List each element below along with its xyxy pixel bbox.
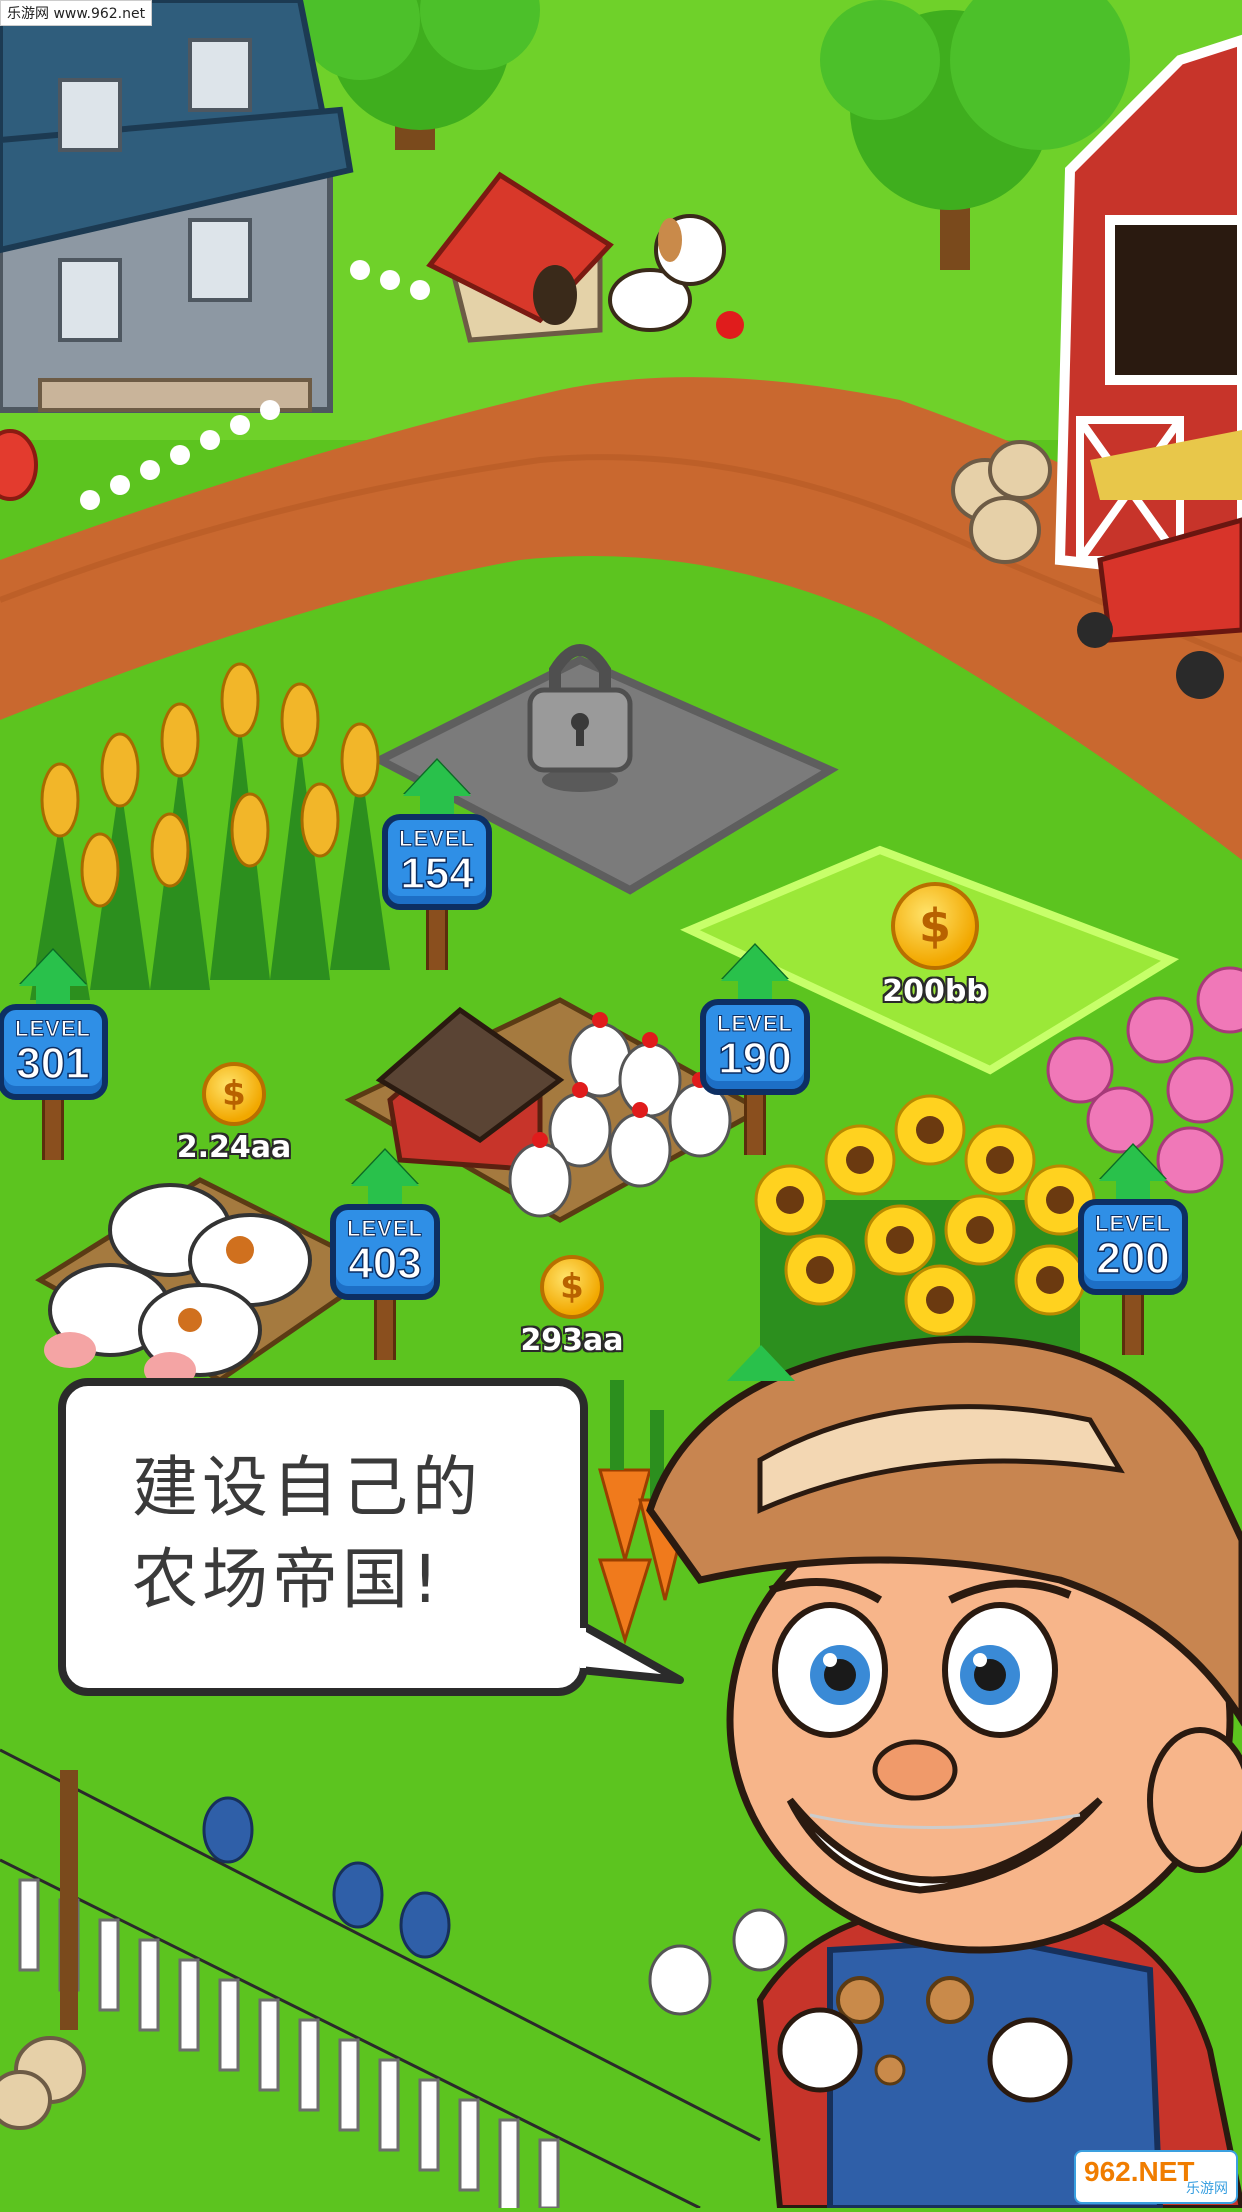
level-sign-200[interactable]: LEVEL 200 [1078, 1145, 1188, 1355]
upgrade-arrow-stem [368, 1186, 402, 1204]
upgrade-arrow-stem [1116, 1181, 1150, 1199]
coin-icon[interactable]: $ [540, 1255, 604, 1319]
level-board[interactable]: LEVEL 190 [700, 999, 810, 1095]
level-value: 200 [1096, 1234, 1171, 1283]
speech-line-2: 农场帝国! [132, 1541, 443, 1618]
speech-text: 建设自己的 农场帝国! [132, 1442, 482, 1626]
sign-post [374, 1300, 396, 1360]
farmhouse[interactable] [0, 0, 354, 413]
level-board[interactable]: LEVEL 154 [382, 814, 492, 910]
upgrade-arrow-icon[interactable] [19, 950, 87, 986]
level-sign-190[interactable]: LEVEL 190 [700, 945, 810, 1155]
level-board[interactable]: LEVEL 200 [1078, 1199, 1188, 1295]
sign-post [426, 910, 448, 970]
upgrade-arrow-stem [36, 986, 70, 1004]
red-lantern [0, 429, 38, 501]
upgrade-arrow-stem [738, 981, 772, 999]
coin-value: 293aa [520, 1323, 624, 1358]
upgrade-arrow-icon[interactable] [403, 760, 471, 796]
watermark-sub-text: 乐游网 [1186, 2181, 1228, 2197]
coin-icon[interactable]: $ [202, 1062, 266, 1126]
watermark-top: 乐游网 www.962.net [0, 0, 153, 26]
sign-post [744, 1095, 766, 1155]
speech-line-1: 建设自己的 [132, 1449, 482, 1526]
coin-collect-1[interactable]: $ 2.24aa [164, 1062, 304, 1165]
upgrade-arrow-icon[interactable] [1099, 1145, 1167, 1181]
level-value: 190 [718, 1034, 793, 1083]
upgrade-arrow-stem [420, 796, 454, 814]
farm-scene: 乐游网 www.962.net LEVEL 154 LEVEL 301 LEVE… [0, 0, 1242, 2212]
level-sign-403[interactable]: LEVEL 403 [330, 1150, 440, 1360]
red-ball [716, 311, 744, 339]
level-value: 301 [16, 1039, 91, 1088]
level-value: 403 [348, 1239, 423, 1288]
level-board[interactable]: LEVEL 403 [330, 1204, 440, 1300]
coin-collect-2[interactable]: $ 293aa [502, 1255, 642, 1358]
upgrade-arrow-icon[interactable] [351, 1150, 419, 1186]
watermark-logo-text: 962.NET [1084, 2156, 1195, 2187]
sign-post [42, 1100, 64, 1160]
coin-icon[interactable]: $ [891, 882, 979, 970]
level-value: 154 [400, 849, 475, 898]
speech-bubble: 建设自己的 农场帝国! [58, 1378, 588, 1696]
coin-value: 2.24aa [176, 1130, 292, 1165]
coin-value: 200bb [882, 974, 988, 1009]
coin-collect-3[interactable]: $ 200bb [865, 882, 1005, 1009]
level-sign-154[interactable]: LEVEL 154 [382, 760, 492, 970]
sign-post [1122, 1295, 1144, 1355]
speech-bubble-tail [580, 1620, 684, 1684]
level-board[interactable]: LEVEL 301 [0, 1004, 108, 1100]
upgrade-arrow-icon[interactable] [727, 1345, 795, 1381]
watermark-logo: 962.NET 乐游网 [1074, 2150, 1238, 2204]
upgrade-arrow-icon[interactable] [721, 945, 789, 981]
level-sign-301[interactable]: LEVEL 301 [0, 950, 108, 1160]
